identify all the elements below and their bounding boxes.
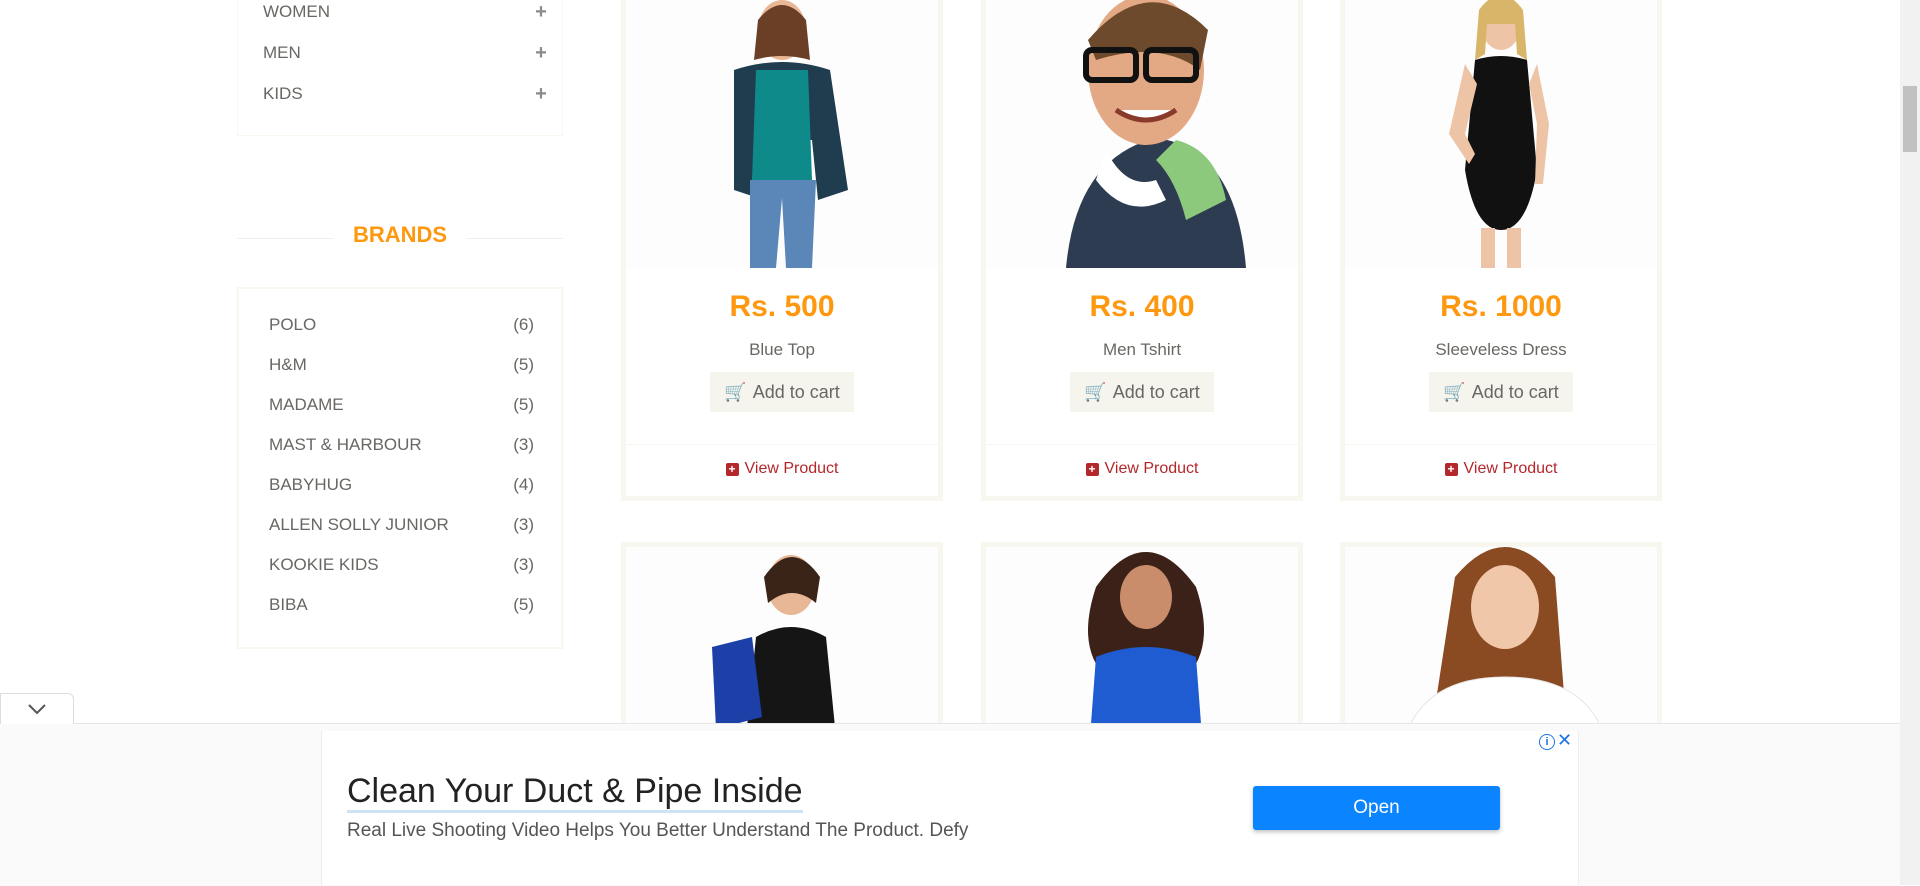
scrollbar-thumb[interactable]: [1903, 86, 1917, 152]
brand-count: (5): [513, 395, 534, 414]
product-card: Rs. 400 Men Tshirt 🛒 Add to cart + View Pr…: [981, 0, 1303, 501]
view-product-link[interactable]: + View Product: [986, 460, 1298, 478]
brands-title: BRANDS: [237, 222, 563, 248]
add-to-cart-button[interactable]: 🛒 Add to cart: [710, 372, 854, 412]
card-divider: [626, 444, 938, 445]
product-price: Rs. 500: [729, 290, 835, 323]
ad-title[interactable]: Clean Your Duct & Pipe Inside: [347, 772, 803, 813]
category-kids[interactable]: KIDS +: [263, 79, 553, 109]
brand-item-madame[interactable]: MADAME (5): [269, 390, 534, 420]
cart-icon: 🛒: [724, 381, 747, 402]
brand-name[interactable]: BABYHUG: [269, 475, 352, 495]
plus-square-icon: +: [725, 462, 739, 476]
product-image: [1345, 0, 1657, 268]
brand-item-polo[interactable]: POLO (6): [269, 310, 534, 340]
brand-item-hm[interactable]: H&M (5): [269, 350, 534, 380]
cart-icon: 🛒: [1084, 381, 1107, 402]
brand-item-allen-solly[interactable]: ALLEN SOLLY JUNIOR (3): [269, 510, 534, 540]
brand-name[interactable]: ALLEN SOLLY JUNIOR: [269, 515, 449, 535]
plus-icon[interactable]: +: [529, 42, 553, 65]
view-product-link[interactable]: + View Product: [626, 460, 938, 478]
view-product-link[interactable]: + View Product: [1345, 460, 1657, 478]
brand-name[interactable]: H&M: [269, 355, 307, 375]
cart-icon: 🛒: [1443, 381, 1466, 402]
product-card: [621, 542, 943, 737]
plus-icon[interactable]: +: [529, 83, 553, 106]
plus-square-icon: +: [1085, 462, 1099, 476]
ad-subtitle: Real Live Shooting Video Helps You Bette…: [347, 820, 969, 841]
category-label: MEN: [263, 43, 301, 62]
product-image: [626, 547, 938, 737]
add-to-cart-button[interactable]: 🛒 Add to cart: [1070, 372, 1214, 412]
close-icon[interactable]: ✕: [1557, 730, 1572, 751]
brand-name[interactable]: MAST & HARBOUR: [269, 435, 422, 455]
brand-count: (3): [513, 515, 534, 534]
brand-name[interactable]: BIBA: [269, 595, 308, 615]
brand-item-kookie-kids[interactable]: KOOKIE KIDS (3): [269, 550, 534, 580]
brand-count: (4): [513, 475, 534, 494]
category-label: WOMEN: [263, 2, 331, 21]
brand-name[interactable]: POLO: [269, 315, 316, 335]
product-image: [1345, 547, 1657, 737]
brand-count: (3): [513, 435, 534, 454]
card-divider: [986, 444, 1298, 445]
brand-count: (5): [513, 595, 534, 614]
info-icon[interactable]: i: [1539, 734, 1555, 750]
product-name: Men Tshirt: [1102, 340, 1182, 359]
category-women[interactable]: WOMEN +: [263, 0, 553, 27]
category-label: KIDS: [263, 84, 303, 103]
brand-name[interactable]: KOOKIE KIDS: [269, 555, 379, 575]
product-price: Rs. 400: [1089, 290, 1195, 323]
brand-item-biba[interactable]: BIBA (5): [269, 590, 534, 620]
product-card: [1340, 542, 1662, 737]
product-image: [626, 0, 938, 268]
plus-icon[interactable]: +: [529, 1, 553, 24]
category-men[interactable]: MEN +: [263, 38, 553, 68]
product-card: [981, 542, 1303, 737]
product-card: Rs. 500 Blue Top 🛒 Add to cart + View Prod…: [621, 0, 943, 501]
product-image: [986, 547, 1298, 737]
product-image: [986, 0, 1298, 268]
chevron-down-icon[interactable]: [0, 693, 74, 724]
brand-count: (6): [513, 315, 534, 334]
brand-count: (5): [513, 355, 534, 374]
brand-count: (3): [513, 555, 534, 574]
product-name: Sleeveless Dress: [1435, 340, 1567, 359]
brand-item-mast-harbour[interactable]: MAST & HARBOUR (3): [269, 430, 534, 460]
product-card: Rs. 1000 Sleeveless Dress 🛒 Add to cart +…: [1340, 0, 1662, 501]
plus-square-icon: +: [1444, 462, 1458, 476]
brand-item-babyhug[interactable]: BABYHUG (4): [269, 470, 534, 500]
card-divider: [1345, 444, 1657, 445]
product-name: Blue Top: [749, 340, 815, 359]
ad-open-button[interactable]: Open: [1253, 786, 1500, 830]
brand-name[interactable]: MADAME: [269, 395, 344, 415]
add-to-cart-button[interactable]: 🛒 Add to cart: [1429, 372, 1573, 412]
product-price: Rs. 1000: [1440, 290, 1562, 323]
